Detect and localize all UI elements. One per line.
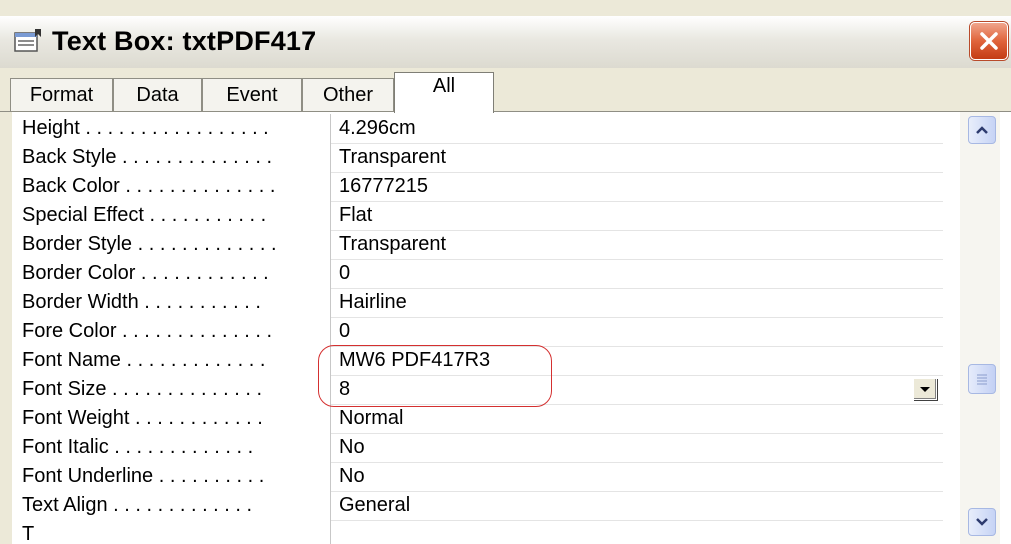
property-row-back-color[interactable]: Back Color . . . . . . . . . . . . . . 1… (12, 172, 943, 202)
tab-format[interactable]: Format (10, 78, 113, 112)
property-value-cell[interactable]: General (330, 491, 943, 521)
scroll-down-button[interactable] (968, 508, 996, 536)
property-value-cell[interactable]: 16777215 (330, 172, 943, 202)
highlight-annotation (318, 345, 552, 407)
vertical-scrollbar[interactable] (960, 112, 1000, 544)
property-value: Normal (339, 407, 404, 429)
property-value-cell[interactable]: No (330, 433, 943, 463)
property-name: Special Effect . . . . . . . . . . . (22, 204, 267, 226)
property-name: Border Width . . . . . . . . . . . (22, 291, 261, 313)
tab-label: Data (136, 84, 179, 106)
property-row-fore-color[interactable]: Fore Color . . . . . . . . . . . . . . 0 (12, 317, 943, 347)
property-name: T (22, 523, 35, 544)
property-row-font-underline[interactable]: Font Underline . . . . . . . . . . No (12, 462, 943, 492)
property-name: Font Underline . . . . . . . . . . (22, 465, 265, 487)
property-value-cell[interactable]: Hairline (330, 288, 943, 318)
property-row-special-effect[interactable]: Special Effect . . . . . . . . . . . Fla… (12, 201, 943, 231)
tab-label: All (432, 75, 456, 97)
property-row-text-align[interactable]: Text Align . . . . . . . . . . . . . Gen… (12, 491, 943, 521)
scroll-thumb[interactable] (968, 364, 996, 394)
tab-other[interactable]: Other (302, 78, 394, 112)
window-title: Text Box: txtPDF417 (52, 26, 317, 56)
property-value: 0 (339, 262, 351, 284)
property-value: Transparent (339, 233, 447, 255)
property-value: Transparent (339, 146, 447, 168)
property-name: Back Style . . . . . . . . . . . . . . (22, 146, 273, 168)
tab-event[interactable]: Event (202, 78, 302, 112)
tab-strip: Format Data Event Other All (0, 68, 1011, 113)
tab-label: Format (29, 84, 94, 106)
tab-label: Other (322, 84, 374, 106)
font-size-dropdown-button[interactable] (913, 378, 937, 400)
property-name: Font Size . . . . . . . . . . . . . . (22, 378, 263, 400)
property-row-partial[interactable]: T (12, 520, 942, 544)
property-value: 4.296cm (339, 117, 416, 139)
property-row-border-width[interactable]: Border Width . . . . . . . . . . . Hairl… (12, 288, 943, 318)
property-value: General (339, 494, 411, 516)
property-name: Fore Color . . . . . . . . . . . . . . (22, 320, 273, 342)
property-row-border-color[interactable]: Border Color . . . . . . . . . . . . 0 (12, 259, 943, 289)
property-value: 16777215 (339, 175, 428, 197)
property-name: Border Color . . . . . . . . . . . . (22, 262, 269, 284)
property-value-cell[interactable]: 0 (330, 317, 943, 347)
property-value-cell[interactable]: Transparent (330, 143, 943, 173)
property-value-cell[interactable] (330, 520, 943, 544)
property-name: Border Style . . . . . . . . . . . . . (22, 233, 277, 255)
property-row-back-style[interactable]: Back Style . . . . . . . . . . . . . . T… (12, 143, 943, 173)
property-sheet-window: Text Box: txtPDF417 Format Data Event Ot… (0, 0, 1011, 544)
scroll-up-button[interactable] (968, 116, 996, 144)
property-row-border-style[interactable]: Border Style . . . . . . . . . . . . . T… (12, 230, 943, 260)
property-value: No (339, 436, 365, 458)
property-row-height[interactable]: Height . . . . . . . . . . . . . . . . .… (12, 114, 943, 144)
title-bar[interactable]: Text Box: txtPDF417 (0, 16, 1011, 69)
property-value-cell[interactable]: 4.296cm (330, 114, 943, 144)
property-value: Hairline (339, 291, 407, 313)
property-value: Flat (339, 204, 373, 226)
property-value-cell[interactable]: 0 (330, 259, 943, 289)
property-value-cell[interactable]: No (330, 462, 943, 492)
property-list: Height . . . . . . . . . . . . . . . . .… (12, 112, 1011, 544)
property-value-cell[interactable]: Flat (330, 201, 943, 231)
property-name: Back Color . . . . . . . . . . . . . . (22, 175, 276, 197)
property-name: Font Italic . . . . . . . . . . . . . (22, 436, 254, 458)
tab-data[interactable]: Data (113, 78, 202, 112)
property-row-font-weight[interactable]: Font Weight . . . . . . . . . . . . Norm… (12, 404, 943, 434)
property-value: No (339, 465, 365, 487)
property-row-font-italic[interactable]: Font Italic . . . . . . . . . . . . . No (12, 433, 943, 463)
property-name: Font Name . . . . . . . . . . . . . (22, 349, 266, 371)
property-value-cell[interactable]: Normal (330, 404, 943, 434)
property-sheet-icon (14, 28, 44, 54)
tab-label: Event (226, 84, 278, 106)
property-name: Font Weight . . . . . . . . . . . . (22, 407, 263, 429)
property-name: Text Align . . . . . . . . . . . . . (22, 494, 253, 516)
close-button[interactable] (970, 22, 1008, 60)
tab-all[interactable]: All (394, 72, 494, 113)
property-value: 0 (339, 320, 351, 342)
property-value-cell[interactable]: Transparent (330, 230, 943, 260)
property-name: Height . . . . . . . . . . . . . . . . . (22, 117, 269, 139)
